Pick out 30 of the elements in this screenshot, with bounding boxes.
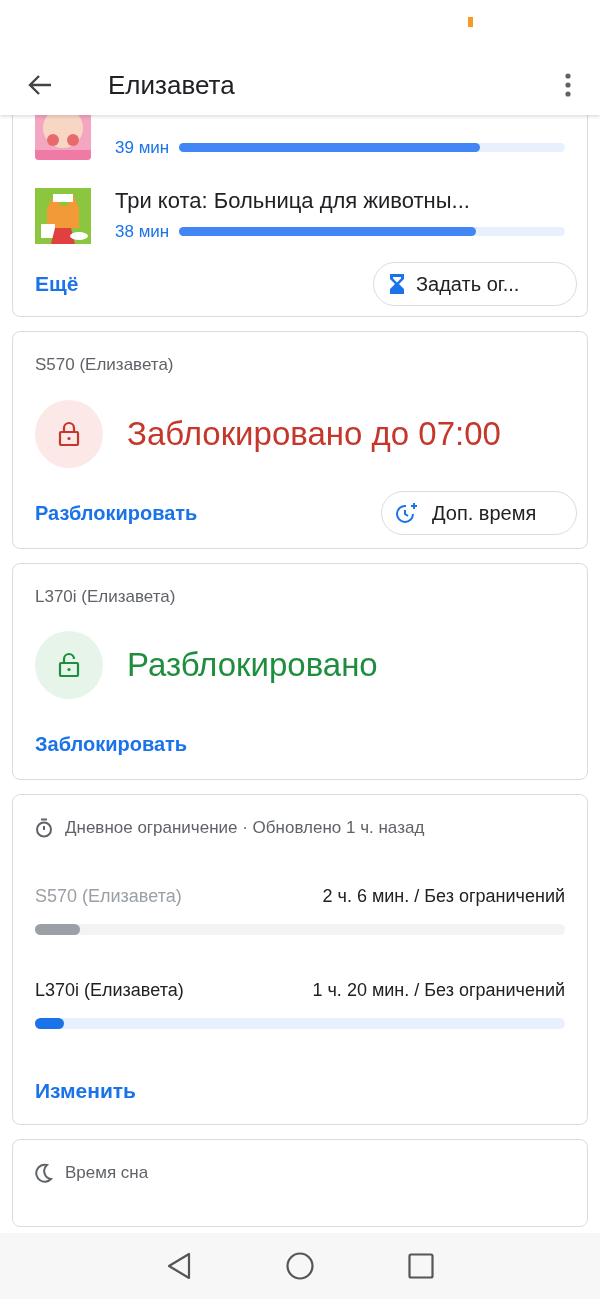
usage-time: 39 мин bbox=[115, 136, 170, 159]
back-arrow-icon bbox=[27, 74, 53, 96]
timer-icon bbox=[35, 817, 53, 838]
app-name: Три кота: Больница для животны... bbox=[115, 186, 471, 215]
hourglass-icon bbox=[390, 274, 404, 294]
padlock-icon bbox=[57, 420, 81, 447]
device-name: S570 (Елизавета) bbox=[35, 354, 175, 376]
edit-link[interactable]: Изменить bbox=[35, 1074, 136, 1106]
home-nav-icon[interactable] bbox=[286, 1252, 314, 1280]
screen-time: 2 ч. 6 мин. / Без ограничений bbox=[322, 884, 565, 908]
lock-link[interactable]: Заблокировать bbox=[35, 729, 188, 759]
device-name: S570 (Елизавета) bbox=[35, 884, 182, 908]
more-link[interactable]: Ещё bbox=[35, 268, 79, 300]
status-indicator bbox=[468, 17, 473, 27]
clock-plus-icon bbox=[396, 500, 420, 525]
unlock-link[interactable]: Разблокировать bbox=[35, 497, 198, 528]
unlocked-padlock-icon bbox=[57, 652, 81, 678]
device-name: L370i (Елизавета) bbox=[35, 978, 184, 1002]
lock-status: Разблокировано bbox=[127, 645, 378, 686]
daily-limit-title: Дневное ограничение · Обновлено 1 ч. назад bbox=[65, 817, 425, 839]
moon-icon bbox=[35, 1162, 53, 1183]
lock-status: Заблокировано до 07:00 bbox=[127, 413, 501, 454]
screen-time: 1 ч. 20 мин. / Без ограничений bbox=[312, 978, 565, 1002]
recents-nav-icon[interactable] bbox=[408, 1253, 434, 1279]
screen-title: Елизавета bbox=[108, 68, 236, 102]
more-options-icon bbox=[565, 73, 571, 97]
back-nav-icon[interactable] bbox=[166, 1252, 192, 1280]
bedtime-title: Время сна bbox=[65, 1162, 149, 1184]
usage-time: 38 мин bbox=[115, 220, 170, 243]
device-name: L370i (Елизавета) bbox=[35, 585, 177, 608]
